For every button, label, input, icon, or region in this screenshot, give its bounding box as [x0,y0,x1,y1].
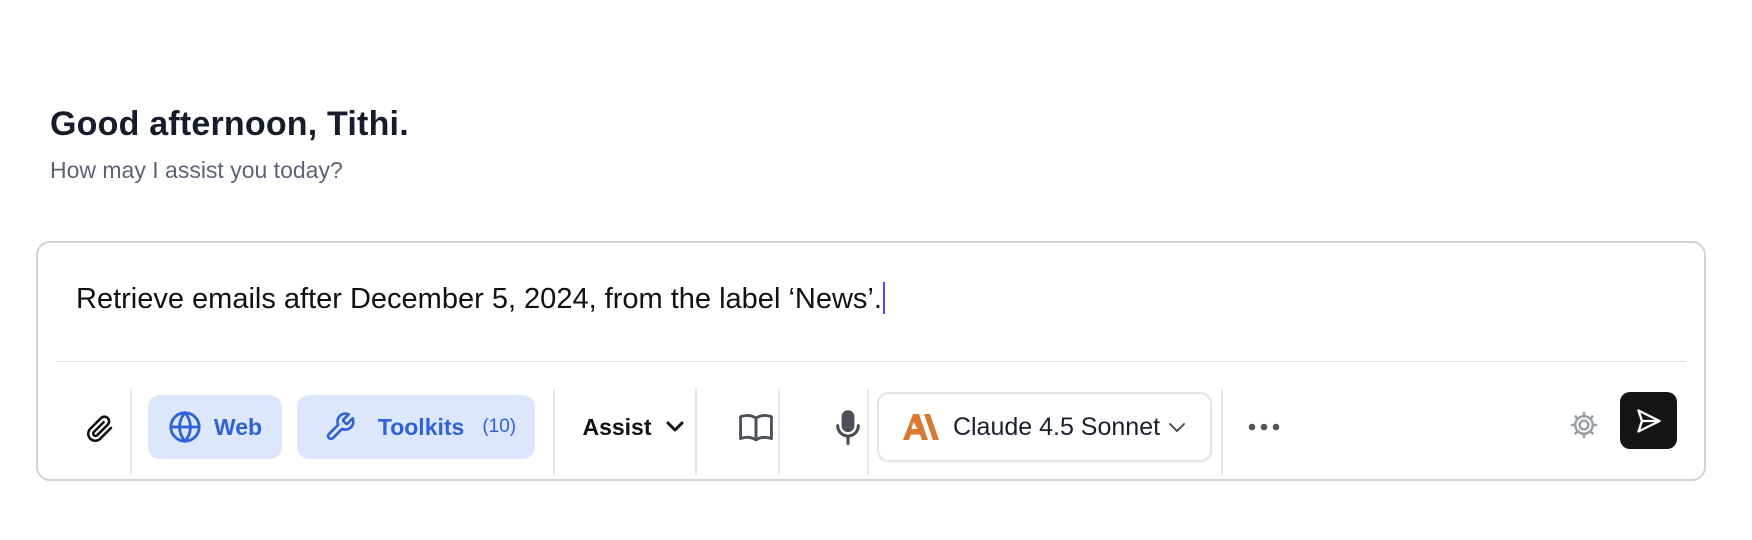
toolbar-separator [130,389,132,475]
attach-button[interactable] [78,397,122,461]
composer: Retrieve emails after December 5, 2024, … [36,241,1706,481]
chevron-down-icon [1169,422,1186,432]
settings-button[interactable] [1558,395,1610,455]
web-label: Web [213,413,263,440]
assist-label: Assist [582,413,652,440]
send-button[interactable] [1620,392,1677,449]
microphone-button[interactable] [808,395,888,459]
prompt-input[interactable]: Retrieve emails after December 5, 2024, … [76,281,885,317]
greeting: Good afternoon, Tithi. How may I assist … [50,104,409,184]
text-caret [882,282,885,314]
model-label: Claude 4.5 Sonnet [952,412,1161,441]
toolkits-count: (10) [482,416,517,437]
paperclip-icon [87,415,113,442]
composer-toolbar: Web Toolkits (10) Assist Claude 4.5 Sonn… [38,377,1704,477]
globe-icon [169,410,201,444]
more-options-button[interactable] [1234,395,1294,459]
assist-mode-dropdown[interactable]: Assist [568,395,698,459]
greeting-title: Good afternoon, Tithi. [50,105,409,143]
toolkits-label: Toolkits [377,413,465,440]
send-icon [1636,408,1661,433]
more-horizontal-icon [1248,423,1280,431]
anthropic-logo-icon [902,414,939,440]
toolbar-separator [695,389,697,475]
toolbar-separator [867,389,869,475]
composer-divider [56,361,1686,362]
toolbar-separator [553,389,555,475]
prompt-text: Retrieve emails after December 5, 2024, … [76,283,882,315]
chevron-down-icon [666,421,684,432]
microphone-icon [836,410,860,445]
model-selector[interactable]: Claude 4.5 Sonnet [877,392,1212,462]
gear-icon [1570,411,1598,439]
web-toggle-button[interactable]: Web [148,395,282,459]
toolbar-separator [778,389,780,475]
wrench-icon [326,412,355,441]
greeting-subtitle: How may I assist you today? [50,157,343,183]
library-button[interactable] [711,395,801,459]
book-icon [739,414,773,442]
toolkits-button[interactable]: Toolkits (10) [297,395,535,459]
toolbar-separator [1221,389,1223,475]
